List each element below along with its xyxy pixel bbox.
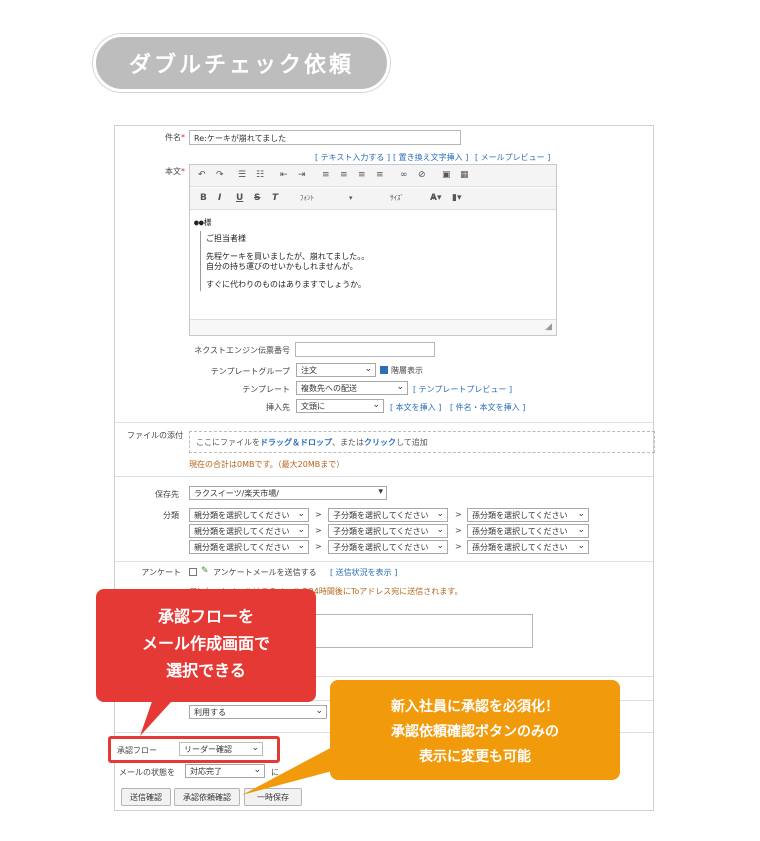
subject-input[interactable]: Re:ケーキが崩れてました (189, 130, 461, 145)
child-category-select[interactable]: 子分類を選択してください ⌄ (328, 540, 448, 554)
template-label: テンプレート (242, 385, 290, 394)
insert-replacement-link[interactable]: [ 置き換え文字挿入 ] (393, 152, 468, 163)
parent-category-select[interactable]: 親分類を選択してください ⌄ (189, 540, 309, 554)
category-separator: > (315, 542, 322, 551)
subject-label: 件名* (165, 133, 185, 142)
hierarchy-checkbox[interactable] (380, 366, 388, 374)
child-category-select[interactable]: 子分類を選択してください ⌄ (328, 524, 448, 538)
title-badge: ダブルチェック依頼 (93, 34, 390, 92)
parent-category-select[interactable]: 親分類を選択してください ⌄ (189, 524, 309, 538)
hierarchy-label: 階層表示 (391, 366, 423, 375)
approval-flow-label: 承認フロー (117, 746, 157, 755)
body-line: ●●様 (194, 218, 212, 227)
text-color-icon[interactable]: A▾ (430, 193, 441, 203)
bold-icon[interactable]: B (200, 193, 207, 203)
category-separator: > (455, 510, 462, 519)
tracking-input[interactable] (295, 342, 435, 357)
callout-line: 承認依頼確認ボタンのみの (391, 724, 559, 740)
align-right-icon[interactable]: ≡ (358, 170, 366, 180)
usage-select[interactable]: 利用する ⌄ (189, 705, 327, 719)
orange-callout-pointer (242, 745, 336, 795)
category-separator: > (455, 526, 462, 535)
indent-icon[interactable]: ⇥ (298, 170, 306, 180)
undo-icon[interactable]: ↶ (198, 170, 206, 180)
attach-label: ファイルの添付 (127, 431, 183, 440)
save-destination-select[interactable]: ラクスイーツ/楽天市場/▾ (189, 486, 387, 500)
file-dropzone[interactable]: ここにファイルをドラッグ＆ドロップ、またはクリックして追加 (189, 431, 655, 453)
image-icon[interactable]: ▣ (442, 170, 451, 180)
callout-line: 表示に変更も可能 (419, 749, 531, 765)
approval-button-callout: 新入社員に承認を必須化！ 承認依頼確認ボタンのみの 表示に変更も可能 (330, 680, 620, 780)
editor-status-bar: ◢ (190, 319, 556, 335)
unlink-icon[interactable]: ⊘ (418, 170, 426, 180)
grandchild-category-select[interactable]: 孫分類を選択してください ⌄ (467, 540, 589, 554)
size-select[interactable]: ｻｲｽﾞ ▾ (390, 193, 436, 203)
italic-icon[interactable]: I (218, 193, 221, 203)
align-left-icon[interactable]: ≡ (322, 170, 330, 180)
insert-body-link[interactable]: [ 本文を挿入 ] (390, 402, 441, 413)
parent-category-select[interactable]: 親分類を選択してください ⌄ (189, 508, 309, 522)
redo-icon[interactable]: ↷ (216, 170, 224, 180)
callout-line: 選択できる (166, 661, 246, 680)
insert-label: 挿入先 (266, 403, 290, 412)
category-separator: > (315, 510, 322, 519)
align-justify-icon[interactable]: ≡ (376, 170, 384, 180)
body-line: 自分の持ち運びのせいかもしれませんが。 (206, 262, 358, 271)
memo-textarea[interactable] (305, 614, 533, 648)
callout-line: 承認フローを (157, 607, 254, 626)
editor-toolbar-row2: B I U S T ﾌｫﾝﾄ ▾ ｻｲｽﾞ ▾ A▾ ▮▾ (190, 188, 556, 210)
align-center-icon[interactable]: ≡ (340, 170, 348, 180)
strikethrough-icon[interactable]: S (254, 193, 260, 203)
underline-icon[interactable]: U (236, 193, 243, 203)
category-separator: > (455, 542, 462, 551)
numbered-list-icon[interactable]: ☰ (238, 170, 246, 180)
text-input-link[interactable]: [ テキスト入力する ] (315, 152, 390, 163)
attach-total: 現在の合計は0MBです。（最大20MBまで） (189, 460, 345, 469)
template-group-select[interactable]: 注文 ⌄ (296, 363, 376, 377)
clear-format-icon[interactable]: T (272, 193, 278, 203)
template-preview-link[interactable]: [ テンプレートプレビュー ] (413, 384, 512, 395)
survey-label: アンケート (141, 568, 181, 577)
font-select[interactable]: ﾌｫﾝﾄ ▾ (300, 193, 353, 203)
table-icon[interactable]: ▦ (460, 170, 469, 180)
child-category-select[interactable]: 子分類を選択してください ⌄ (328, 508, 448, 522)
template-select[interactable]: 複数先への配送 ⌄ (296, 381, 408, 395)
editor-toolbar-row1: ↶ ↷ ☰ ☷ ⇤ ⇥ ≡ ≡ ≡ ≡ ∞ ⊘ ▣ ▦ (190, 165, 556, 187)
save-destination-label: 保存先 (155, 490, 179, 499)
category-separator: > (315, 526, 322, 535)
body-label: 本文* (165, 167, 185, 176)
tracking-label: ネクストエンジン伝票番号 (194, 346, 290, 355)
approval-request-button[interactable]: 承認依頼確認 (174, 788, 240, 806)
approval-flow-callout: 承認フローを メール作成画面で 選択できる (96, 589, 316, 702)
body-editor[interactable]: ↶ ↷ ☰ ☷ ⇤ ⇥ ≡ ≡ ≡ ≡ ∞ ⊘ ▣ ▦ B I U S T ﾌｫ… (189, 164, 557, 336)
outdent-icon[interactable]: ⇤ (280, 170, 288, 180)
link-icon[interactable]: ∞ (400, 170, 408, 180)
body-line: ご担当者様 (206, 234, 246, 243)
survey-text: アンケートメールを送信する (213, 568, 317, 577)
survey-icon: ✎ (201, 566, 209, 576)
survey-status-link[interactable]: [ 送信状況を表示 ] (330, 567, 397, 578)
grandchild-category-select[interactable]: 孫分類を選択してください ⌄ (467, 524, 589, 538)
send-confirm-button[interactable]: 送信確認 (121, 788, 171, 806)
resize-handle-icon[interactable]: ◢ (545, 322, 552, 332)
bg-color-icon[interactable]: ▮▾ (452, 193, 461, 203)
divider (115, 422, 653, 423)
status-label: メールの状態を (119, 768, 175, 777)
callout-line: 新入社員に承認を必須化！ (391, 699, 559, 715)
insert-subject-body-link[interactable]: [ 件名・本文を挿入 ] (450, 402, 525, 413)
survey-checkbox[interactable] (189, 568, 197, 576)
body-line: すぐに代わりのものはありますでしょうか。 (206, 280, 366, 289)
grandchild-category-select[interactable]: 孫分類を選択してください ⌄ (467, 508, 589, 522)
divider (115, 561, 653, 562)
category-label: 分類 (163, 511, 179, 520)
divider (115, 476, 653, 477)
insert-select[interactable]: 文頭に ⌄ (296, 399, 384, 413)
mail-preview-link[interactable]: [ メールプレビュー ] (475, 152, 550, 163)
bullet-list-icon[interactable]: ☷ (256, 170, 264, 180)
quote-bar (200, 231, 201, 291)
callout-line: メール作成画面で (141, 634, 270, 653)
template-group-label: テンプレートグループ (210, 367, 290, 376)
